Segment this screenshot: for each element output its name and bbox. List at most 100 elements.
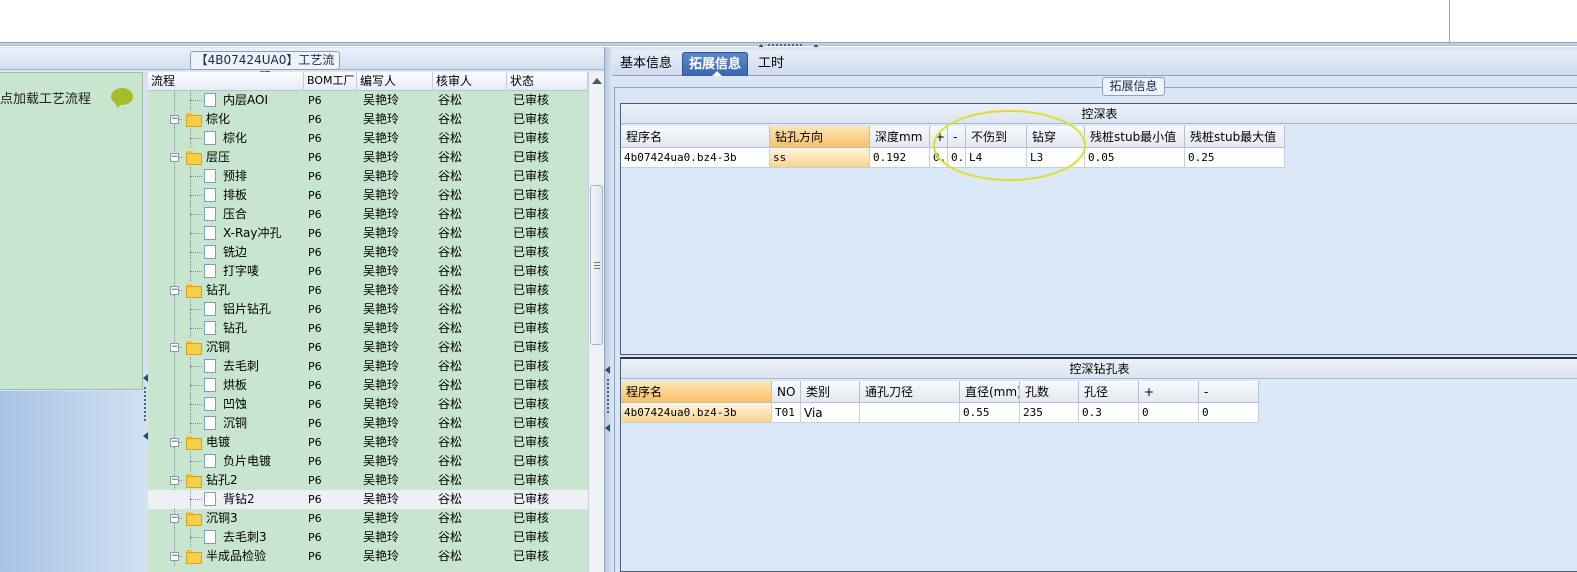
tree-row[interactable]: − 钻孔 P6 吴艳玲 谷松 已审核 — [148, 281, 588, 300]
tree-row[interactable]: 钻孔 P6 吴艳玲 谷松 已审核 — [148, 319, 588, 338]
column-header-bom[interactable]: BOM工厂 — [304, 72, 357, 91]
table-cell[interactable] — [860, 403, 960, 423]
collapse-icon[interactable]: − — [170, 514, 179, 523]
tree-row[interactable]: 棕化 P6 吴艳玲 谷松 已审核 — [148, 129, 588, 148]
column-header[interactable]: 直径(mm) — [960, 381, 1020, 403]
document-icon — [204, 397, 216, 411]
scroll-thumb[interactable] — [590, 185, 603, 345]
collapse-icon[interactable]: − — [170, 476, 179, 485]
tree-row[interactable]: − 沉铜3 P6 吴艳玲 谷松 已审核 — [148, 509, 588, 528]
tree-row[interactable]: − 钻孔2 P6 吴艳玲 谷松 已审核 — [148, 471, 588, 490]
tree-row[interactable]: 铝片钻孔 P6 吴艳玲 谷松 已审核 — [148, 300, 588, 319]
collapse-left-icon[interactable] — [605, 424, 610, 432]
tree-row[interactable]: 去毛刺3 P6 吴艳玲 谷松 已审核 — [148, 528, 588, 547]
speech-bubble-tail — [114, 102, 122, 108]
cell-reviewer: 谷松 — [438, 530, 463, 544]
table-cell[interactable]: 0.25 — [1185, 148, 1285, 168]
column-header[interactable]: 钻孔方向 — [770, 126, 870, 148]
column-header[interactable]: 通孔刀径 — [860, 381, 960, 403]
tree-guide-line — [190, 214, 202, 215]
table-cell[interactable]: 235 — [1020, 403, 1079, 423]
tab-basic-info[interactable]: 基本信息 — [614, 52, 678, 76]
collapse-icon[interactable]: − — [170, 115, 179, 124]
cell-status: 已审核 — [513, 340, 550, 354]
column-header[interactable]: 残桩stub最小值 — [1085, 126, 1185, 148]
process-tree-grid[interactable]: 流程 BOM工厂 编写人 核审人 状态 内层AOI P6 吴艳玲 谷松 已审核 − 棕化 P6… — [148, 72, 588, 572]
table-cell[interactable]: 4b07424ua0.bz4-3b — [621, 148, 770, 168]
table-cell[interactable]: 0.55 — [960, 403, 1020, 423]
tree-row[interactable]: − 电镀 P6 吴艳玲 谷松 已审核 — [148, 433, 588, 452]
splitter-grip-icon[interactable] — [768, 44, 802, 46]
folder-icon — [186, 113, 202, 127]
document-icon — [204, 245, 216, 259]
tree-row[interactable]: − 棕化 P6 吴艳玲 谷松 已审核 — [148, 110, 588, 129]
splitter-grip-icon[interactable] — [144, 387, 146, 421]
tab-work-hours[interactable]: 工时 — [752, 52, 790, 76]
column-header[interactable]: 孔数 — [1020, 381, 1079, 403]
table-cell[interactable]: Via — [801, 403, 860, 423]
table-cell[interactable]: 0 — [1199, 403, 1259, 423]
tree-node-label: 钻孔 — [223, 321, 248, 335]
collapse-icon[interactable]: − — [170, 438, 179, 447]
tree-row[interactable]: − 沉铜 P6 吴艳玲 谷松 已审核 — [148, 338, 588, 357]
cell-reviewer: 谷松 — [438, 150, 463, 164]
column-header-author[interactable]: 编写人 — [357, 72, 433, 91]
tree-row[interactable]: 压合 P6 吴艳玲 谷松 已审核 — [148, 205, 588, 224]
cell-reviewer: 谷松 — [438, 416, 463, 430]
column-header[interactable]: 程序名 — [621, 126, 770, 148]
column-header[interactable]: 深度mm — [870, 126, 930, 148]
column-header[interactable]: 程序名 — [621, 381, 772, 403]
scroll-up-icon[interactable] — [592, 78, 602, 84]
tree-row[interactable]: 打字唛 P6 吴艳玲 谷松 已审核 — [148, 262, 588, 281]
tree-row[interactable]: 负片电镀 P6 吴艳玲 谷松 已审核 — [148, 452, 588, 471]
table-cell[interactable]: 0 — [1139, 403, 1199, 423]
tree-guide-line — [190, 100, 202, 101]
tree-row[interactable]: 烘板 P6 吴艳玲 谷松 已审核 — [148, 376, 588, 395]
column-header[interactable]: + — [1139, 381, 1199, 403]
tree-row[interactable]: − 层压 P6 吴艳玲 谷松 已审核 — [148, 148, 588, 167]
collapse-icon[interactable]: − — [170, 286, 179, 295]
tree-row[interactable]: 预排 P6 吴艳玲 谷松 已审核 — [148, 167, 588, 186]
depth-drill-table[interactable]: 控深钻孔表 程序名 NO 类别 通孔刀径 直径(mm) 孔数 孔径 + - 4b07424ua0.… — [620, 357, 1577, 572]
collapse-left-icon[interactable] — [605, 366, 610, 374]
column-header[interactable]: 孔径 — [1079, 381, 1139, 403]
main-vertical-splitter[interactable] — [604, 47, 612, 572]
column-header-flow[interactable]: 流程 — [148, 72, 304, 91]
tree-guide-line — [190, 138, 202, 139]
table-cell[interactable]: T01 — [772, 403, 801, 423]
cell-status: 已审核 — [513, 321, 550, 335]
tree-row[interactable]: X-Ray冲孔 P6 吴艳玲 谷松 已审核 — [148, 224, 588, 243]
column-header-status[interactable]: 状态 — [507, 72, 588, 91]
cell-status: 已审核 — [513, 359, 550, 373]
table-cell[interactable]: 0.192 — [870, 148, 930, 168]
cell-reviewer: 谷松 — [438, 302, 463, 316]
column-header[interactable]: 类别 — [801, 381, 860, 403]
tree-row[interactable]: 背钻2 P6 吴艳玲 谷松 已审核 — [148, 490, 588, 509]
cell-author: 吴艳玲 — [363, 416, 400, 430]
tree-guide-line — [190, 252, 202, 253]
tree-row[interactable]: 内层AOI P6 吴艳玲 谷松 已审核 — [148, 91, 588, 110]
tree-row[interactable]: 去毛刺 P6 吴艳玲 谷松 已审核 — [148, 357, 588, 376]
table-cell[interactable]: 4b07424ua0.bz4-3b — [621, 403, 772, 423]
tree-scrollbar[interactable] — [588, 72, 604, 572]
depth-control-table[interactable]: 控深表 程序名 钻孔方向 深度mm + - 不伤到 钻穿 残桩stub最小值 残桩stub最大值… — [620, 103, 1577, 355]
collapse-icon[interactable]: − — [170, 343, 179, 352]
table-cell[interactable]: 0.3 — [1079, 403, 1139, 423]
table-cell[interactable]: ss — [770, 148, 870, 168]
tree-node-label: 棕化 — [223, 131, 248, 145]
tree-row[interactable]: 排板 P6 吴艳玲 谷松 已审核 — [148, 186, 588, 205]
tree-row[interactable]: 铣边 P6 吴艳玲 谷松 已审核 — [148, 243, 588, 262]
column-header-reviewer[interactable]: 核审人 — [433, 72, 507, 91]
tree-row[interactable]: 沉铜 P6 吴艳玲 谷松 已审核 — [148, 414, 588, 433]
table-cell[interactable]: 0.05 — [1085, 148, 1185, 168]
splitter-grip-icon[interactable] — [607, 379, 609, 413]
tree-row[interactable]: − 半成品检验 P6 吴艳玲 谷松 已审核 — [148, 547, 588, 566]
cell-bom: P6 — [308, 398, 322, 411]
collapse-icon[interactable]: − — [170, 153, 179, 162]
collapse-icon[interactable]: − — [170, 552, 179, 561]
tree-guide-line — [190, 423, 202, 424]
tree-row[interactable]: 凹蚀 P6 吴艳玲 谷松 已审核 — [148, 395, 588, 414]
column-header[interactable]: NO — [772, 381, 801, 403]
column-header[interactable]: - — [1199, 381, 1259, 403]
column-header[interactable]: 残桩stub最大值 — [1185, 126, 1285, 148]
